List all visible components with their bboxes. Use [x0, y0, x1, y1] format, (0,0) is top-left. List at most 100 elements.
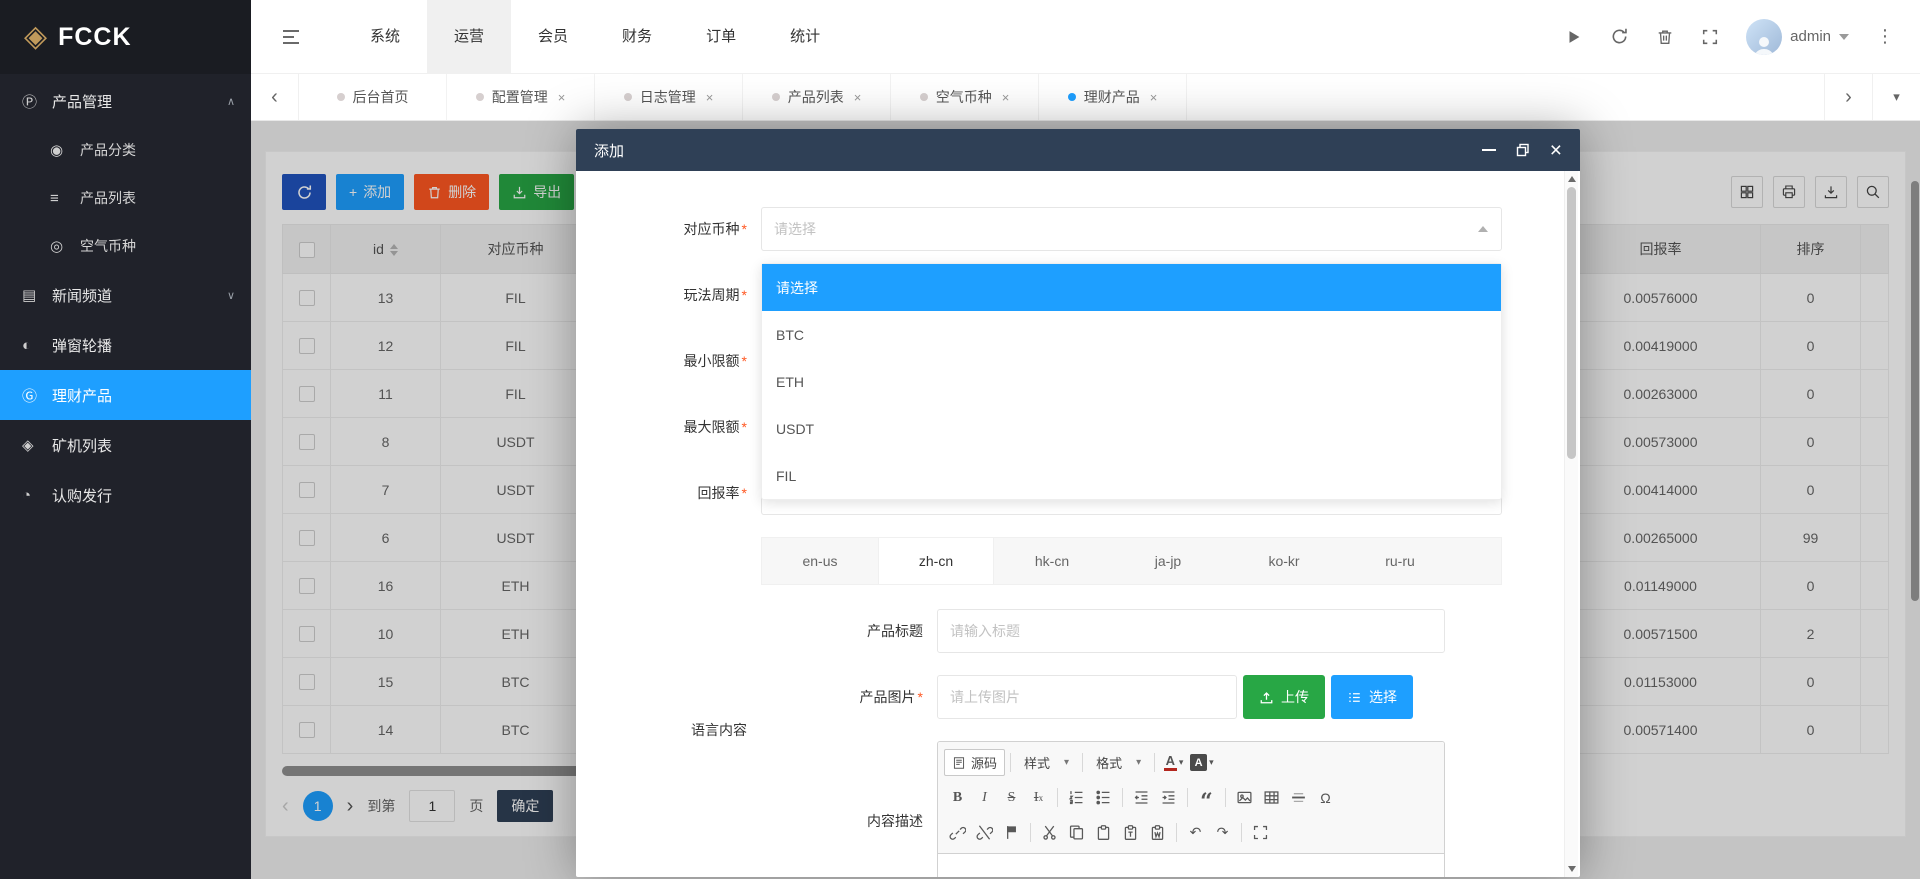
outdent-icon[interactable] — [1128, 784, 1155, 811]
choose-button[interactable]: 选择 — [1331, 675, 1413, 719]
tab-label: 后台首页 — [353, 87, 409, 107]
more-options-icon[interactable]: ⋮ — [1876, 26, 1894, 47]
sidebar-item[interactable]: ≡ 产品列表 — [0, 174, 251, 222]
modal-scrollbar-thumb[interactable] — [1567, 187, 1576, 459]
sidebar-item[interactable]: Ⓖ 理财产品 — [0, 370, 251, 420]
refresh-icon[interactable] — [1610, 27, 1629, 46]
format-combo[interactable]: 格式▾ — [1088, 749, 1149, 776]
horizontal-rule-icon[interactable] — [1285, 784, 1312, 811]
unlink-icon[interactable] — [971, 819, 998, 846]
sidebar-item-label: 理财产品 — [52, 385, 112, 406]
undo-icon[interactable]: ↶ — [1182, 819, 1209, 846]
scroll-down-icon[interactable] — [1568, 866, 1576, 872]
product-title-input[interactable] — [937, 609, 1445, 653]
sidebar-item[interactable]: ◉ 产品分类 — [0, 126, 251, 174]
scroll-up-icon[interactable] — [1568, 176, 1576, 182]
sidebar-item-label: 产品分类 — [80, 140, 136, 160]
bg-color-button[interactable]: A▾ — [1187, 749, 1217, 776]
page-tab[interactable]: 日志管理 × — [595, 74, 743, 120]
topbar: 系统 运营 会员 财务 订单 统计 admin — [251, 0, 1920, 74]
table-icon[interactable] — [1258, 784, 1285, 811]
source-button[interactable]: 源码 — [944, 749, 1005, 776]
sidebar-item[interactable]: ▤ 新闻频道 ∨ — [0, 270, 251, 320]
copy-icon[interactable] — [1063, 819, 1090, 846]
coin-select[interactable]: 请选择 — [761, 207, 1502, 251]
top-nav-item[interactable]: 统计 — [763, 0, 847, 73]
sidebar-item[interactable]: Ⓟ 产品管理 ∧ — [0, 76, 251, 126]
special-char-button[interactable]: Ω — [1312, 784, 1339, 811]
indent-icon[interactable] — [1155, 784, 1182, 811]
editor-content[interactable] — [938, 854, 1444, 877]
dropdown-option[interactable]: BTC — [762, 311, 1501, 358]
menu-collapse-icon[interactable] — [281, 28, 301, 46]
paste-word-icon[interactable] — [1144, 819, 1171, 846]
page-tab[interactable]: 配置管理 × — [447, 74, 595, 120]
language-tab[interactable]: en-us — [762, 538, 878, 584]
remove-format-button[interactable]: Ix — [1025, 784, 1052, 811]
top-nav-item[interactable]: 订单 — [679, 0, 763, 73]
image-icon[interactable] — [1231, 784, 1258, 811]
description-label: 内容描述 — [761, 811, 937, 831]
tabs-scroll-right-button[interactable]: › — [1824, 74, 1872, 120]
top-nav-item[interactable]: 会员 — [511, 0, 595, 73]
caret-down-icon — [1839, 34, 1849, 40]
top-nav-item[interactable]: 系统 — [343, 0, 427, 73]
minimize-icon[interactable] — [1482, 149, 1496, 151]
page-tab[interactable]: 后台首页 × — [299, 74, 447, 120]
close-icon[interactable]: × — [1550, 140, 1562, 161]
tab-close-icon[interactable]: × — [558, 90, 566, 105]
language-tab[interactable]: ja-jp — [1110, 538, 1226, 584]
tabs-menu-button[interactable]: ▾ — [1872, 74, 1920, 120]
sidebar-item[interactable]: ◎ 空气币种 — [0, 222, 251, 270]
page-tab[interactable]: 理财产品 × — [1039, 74, 1187, 120]
sidebar-item[interactable]: ◐ 弹窗轮播 — [0, 320, 251, 370]
upload-button[interactable]: 上传 — [1243, 675, 1325, 719]
dropdown-option[interactable]: 请选择 — [762, 264, 1501, 311]
tab-close-icon[interactable]: × — [1002, 90, 1010, 105]
tab-close-icon[interactable]: × — [854, 90, 862, 105]
bullet-list-icon[interactable] — [1090, 784, 1117, 811]
anchor-flag-icon[interactable] — [998, 819, 1025, 846]
italic-button[interactable]: I — [971, 784, 998, 811]
redo-icon[interactable]: ↷ — [1209, 819, 1236, 846]
sidebar-item[interactable]: ◔ 认购发行 — [0, 470, 251, 520]
modal-scrollbar[interactable] — [1564, 171, 1578, 877]
language-tab[interactable]: ko-kr — [1226, 538, 1342, 584]
top-nav-item[interactable]: 运营 — [427, 0, 511, 73]
tab-label: 日志管理 — [640, 87, 696, 107]
paste-text-icon[interactable] — [1117, 819, 1144, 846]
bold-button[interactable]: B — [944, 784, 971, 811]
dropdown-option[interactable]: FIL — [762, 452, 1501, 499]
ordered-list-icon[interactable] — [1063, 784, 1090, 811]
restore-icon[interactable] — [1516, 143, 1530, 157]
sidebar-item[interactable]: ◈ 矿机列表 — [0, 420, 251, 470]
language-tab[interactable]: zh-cn — [878, 538, 994, 584]
styles-combo[interactable]: 样式▾ — [1016, 749, 1077, 776]
dropdown-option[interactable]: USDT — [762, 405, 1501, 452]
trash-icon[interactable] — [1656, 28, 1674, 46]
dropdown-option[interactable]: ETH — [762, 358, 1501, 405]
avatar — [1746, 19, 1782, 55]
sidebar-item-icon: ◔ — [22, 487, 52, 504]
language-tab[interactable]: hk-cn — [994, 538, 1110, 584]
page-tab[interactable]: 产品列表 × — [743, 74, 891, 120]
tab-close-icon[interactable]: × — [1150, 90, 1158, 105]
tabs-scroll-left-button[interactable]: ‹ — [251, 74, 299, 120]
top-nav-item[interactable]: 财务 — [595, 0, 679, 73]
link-icon[interactable] — [944, 819, 971, 846]
blockquote-icon[interactable]: “ — [1193, 784, 1220, 811]
paste-icon[interactable] — [1090, 819, 1117, 846]
text-color-button[interactable]: A▾ — [1160, 749, 1187, 776]
tab-close-icon[interactable]: × — [706, 90, 714, 105]
language-panel: 产品标题 产品图片* 上传 — [761, 609, 1502, 877]
cut-icon[interactable] — [1036, 819, 1063, 846]
max-label: 最大限额* — [606, 417, 761, 437]
page-tab[interactable]: 空气币种 × — [891, 74, 1039, 120]
fullscreen-icon[interactable] — [1701, 28, 1719, 46]
user-menu[interactable]: admin — [1746, 19, 1849, 55]
maximize-icon[interactable] — [1247, 819, 1274, 846]
product-image-input[interactable] — [937, 675, 1237, 719]
run-icon[interactable] — [1565, 28, 1583, 46]
language-tab[interactable]: ru-ru — [1342, 538, 1458, 584]
strikethrough-button[interactable]: S — [998, 784, 1025, 811]
